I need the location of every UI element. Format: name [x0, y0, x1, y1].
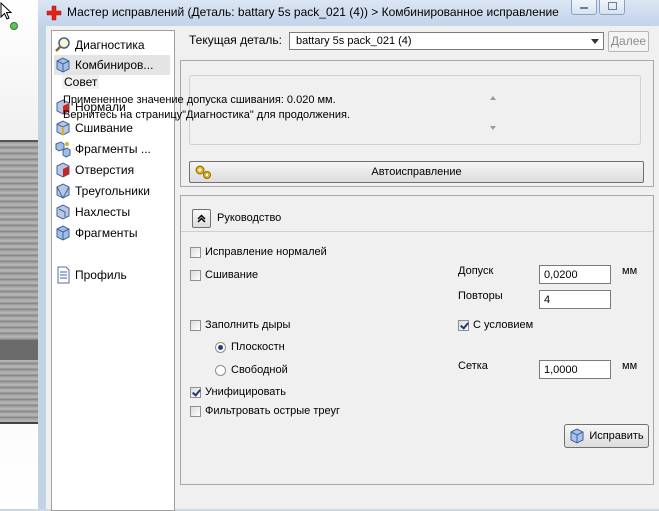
autofix-button[interactable]: Автоисправление [189, 161, 644, 183]
triangles-icon [56, 183, 70, 200]
nav-item-overlaps[interactable]: Нахлесты [54, 202, 170, 222]
maximize-icon [607, 2, 617, 10]
nav-item-label: Комбиниров... [75, 58, 154, 72]
checkbox-box [190, 319, 201, 331]
collapse-guide-button[interactable] [192, 209, 211, 228]
chevron-down-icon [588, 34, 602, 48]
advice-title: Совет [62, 75, 100, 89]
apply-fix-button[interactable]: Исправить [564, 424, 649, 448]
nav-item-diagnostics[interactable]: Диагностика [54, 35, 170, 55]
fix-normals-label: Исправление нормалей [205, 246, 327, 258]
nav-item-holes[interactable]: Отверстия [54, 160, 170, 180]
fix-cube-icon [570, 428, 584, 444]
tolerance-field[interactable]: 0,0200 [539, 265, 611, 284]
current-part-label: Текущая деталь: [189, 33, 282, 47]
nav-item-label: Треугольники [75, 184, 150, 198]
nav-item-label: Профиль [75, 268, 127, 282]
nav-item-label: Нахлесты [75, 205, 131, 219]
planar-label: Плоскостн [231, 341, 285, 353]
checkbox-box-checked [458, 319, 469, 331]
fix-normals-checkbox[interactable]: Исправление нормалей [190, 246, 327, 258]
grid-field[interactable]: 1,0000 [539, 360, 611, 379]
window-title: Мастер исправлений (Деталь: battary 5s p… [67, 5, 559, 19]
nav-item-combined[interactable]: Комбиниров... [54, 55, 170, 75]
radio-dot [215, 364, 226, 376]
nav-item-label: Фрагменты [75, 226, 138, 240]
fill-holes-checkbox[interactable]: Заполнить дыры [190, 319, 290, 331]
window-controls [571, 0, 625, 15]
checkbox-box-checked [190, 386, 201, 398]
grid-label: Сетка [458, 360, 488, 372]
conditional-label: С условием [473, 319, 534, 331]
holes-icon [56, 162, 70, 178]
red-cross-icon [46, 5, 62, 21]
guide-title: Руководство [217, 212, 282, 224]
apply-fix-label: Исправить [589, 430, 644, 442]
tolerance-unit: мм [622, 265, 638, 277]
freeform-radio[interactable]: Свободной [215, 364, 288, 376]
magnifier-icon [55, 37, 70, 52]
unify-checkbox[interactable]: Унифицировать [190, 386, 286, 398]
grid-unit: мм [622, 360, 638, 372]
next-button[interactable]: Далее [608, 31, 649, 52]
stitching-label: Сшивание [205, 269, 259, 281]
checkbox-box [190, 405, 201, 417]
minimize-icon [580, 7, 588, 9]
minimize-button[interactable] [571, 0, 597, 15]
advice-line-1: Примененное значение допуска сшивания: 0… [63, 94, 336, 106]
unify-label: Унифицировать [205, 386, 286, 398]
current-part-dropdown[interactable]: battary 5s pack_021 (4) [289, 32, 604, 50]
shells-icon [56, 225, 70, 241]
checkbox-box [190, 269, 201, 281]
maximize-button[interactable] [599, 0, 625, 15]
filter-sharp-checkbox[interactable]: Фильтровать острые треуг [190, 405, 340, 417]
filter-sharp-label: Фильтровать острые треуг [205, 405, 341, 417]
advice-scrollbar[interactable] [487, 93, 499, 133]
radio-dot-selected [215, 341, 226, 353]
mouse-cursor-icon [0, 2, 13, 20]
planar-radio[interactable]: Плоскостн [215, 341, 285, 353]
repair-wizard-window: Мастер исправлений (Деталь: battary 5s p… [38, 0, 659, 511]
advice-text: Примененное значение допуска сшивания: 0… [63, 93, 463, 123]
cube-icon [56, 57, 70, 73]
overlaps-icon [56, 204, 70, 220]
nav-item-label: Диагностика [75, 38, 145, 52]
stitching-checkbox[interactable]: Сшивание [190, 269, 258, 281]
title-bar[interactable]: Мастер исправлений (Деталь: battary 5s p… [38, 0, 659, 26]
checkbox-box [190, 246, 201, 258]
tolerance-label: Допуск [458, 265, 494, 277]
nav-item-profile[interactable]: Профиль [54, 265, 170, 285]
nav-item-label: Сшивание [75, 121, 133, 135]
nav-item-fragments-1[interactable]: Фрагменты ... [54, 139, 170, 159]
document-icon [57, 266, 70, 284]
guide-divider [181, 231, 653, 232]
nav-item-triangles[interactable]: Треугольники [54, 181, 170, 201]
conditional-checkbox[interactable]: С условием [458, 319, 533, 331]
nav-item-fragments-2[interactable]: Фрагменты [54, 223, 170, 243]
fragments-icon [55, 141, 71, 158]
current-part-value: battary 5s pack_021 (4) [296, 35, 412, 47]
viewport-marker-icon [10, 22, 18, 30]
nav-item-label: Отверстия [75, 163, 135, 177]
repeats-field[interactable]: 4 [539, 290, 611, 309]
freeform-label: Свободной [231, 364, 288, 376]
fill-holes-label: Заполнить дыры [205, 319, 291, 331]
nav-item-label: Фрагменты ... [75, 142, 151, 156]
advice-line-2: Вернитесь на страницу"Диагностика" для п… [63, 109, 351, 121]
repeats-label: Повторы [458, 290, 503, 302]
autofix-label: Автоисправление [371, 166, 462, 178]
wizard-client-area: Диагностика Комбиниров... Нормали Сшиван… [46, 26, 659, 511]
chevron-up-icon [197, 214, 206, 223]
